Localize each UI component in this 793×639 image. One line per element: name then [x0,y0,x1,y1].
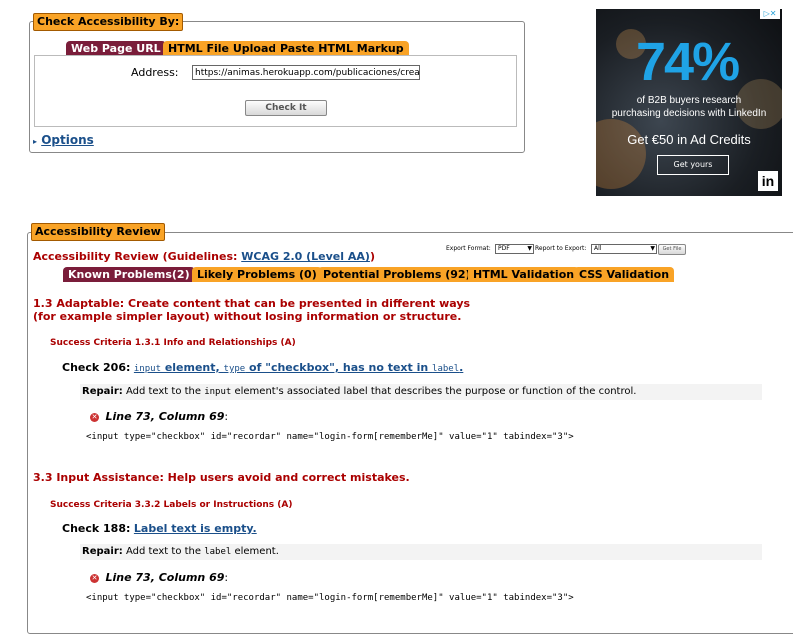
address-input[interactable]: https://animas.herokuapp.com/publicacion… [192,65,420,80]
success-criteria-3-3-2: Success Criteria 3.3.2 Labels or Instruc… [50,500,293,510]
tab-likely-problems[interactable]: Likely Problems (0) [192,267,322,282]
error-code-2: <input type="checkbox" id="recordar" nam… [86,593,574,603]
check-206: Check 206: input element, type of "check… [62,361,463,374]
tab-css-validation[interactable]: CSS Validation [574,267,675,282]
error-icon: ✕ [90,412,99,422]
repair-label: Repair: [82,386,123,397]
section-1-3-title-line2: (for example simpler layout) without los… [33,310,462,323]
check-188: Check 188: Label text is empty. [62,522,257,535]
error-location-2: ✕ Line 73, Column 69: [90,571,228,584]
advertisement[interactable]: ▷✕ 74% of B2B buyers research purchasing… [596,9,782,196]
tab-potential-problems[interactable]: Potential Problems (92) [318,267,476,282]
repair-text-1: Add text to the [125,546,205,557]
guidelines-suffix: ) [369,250,375,263]
check-206-label: Check 206: [62,361,131,374]
repair-text-2: element. [231,546,279,557]
repair-code: input [204,387,232,397]
repair-188: Repair: Add text to the label element. [82,546,279,557]
guidelines-heading: Accessibility Review (Guidelines: WCAG 2… [33,250,375,263]
tab-paste-html-markup[interactable]: Paste HTML Markup [275,41,409,56]
section-1-3-title: 1.3 Adaptable: Create content that can b… [33,297,470,323]
ad-line-1: of B2B buyers research [636,95,742,106]
options-toggle[interactable]: ▸ Options [33,133,94,147]
success-criteria-1-3-1: Success Criteria 1.3.1 Info and Relation… [50,338,296,348]
triangle-right-icon: ▸ [33,137,38,146]
report-export-value: All [594,245,602,252]
check-206-link[interactable]: input element, type of "checkbox", has n… [134,361,463,374]
location-text: Line 73, Column 69 [105,410,225,423]
ad-big-number: 74% [636,32,740,92]
tab-known-problems[interactable]: Known Problems(2) [63,267,195,282]
check-188-link[interactable]: Label text is empty. [134,522,257,535]
report-export-label: Report to Export: [535,245,587,252]
section-1-3-title-line1: 1.3 Adaptable: Create content that can b… [33,297,471,310]
ad-bokeh [596,119,646,189]
ad-offer: Get €50 in Ad Credits [627,132,751,147]
repair-text-2: element's associated label that describe… [231,386,637,397]
check-text-1: element, [160,361,224,374]
ad-choices-icon[interactable]: ▷✕ [760,9,780,19]
dropdown-arrow-icon: ▼ [527,245,532,252]
check-accessibility-legend: Check Accessibility By: [33,13,184,31]
report-export-select[interactable]: All ▼ [591,244,657,254]
export-format-value: PDF [498,245,510,252]
options-link[interactable]: Options [41,133,94,147]
check-code-input: input [133,364,161,374]
ad-line-2: purchasing decisions with LinkedIn [611,108,767,119]
export-format-label: Export Format: [446,245,491,252]
location-text: Line 73, Column 69 [105,571,225,584]
location-suffix: : [224,410,229,423]
tab-html-validation[interactable]: HTML Validation [468,267,580,282]
wcag-link[interactable]: WCAG 2.0 (Level AA) [241,250,370,263]
repair-code: label [204,547,232,557]
guidelines-prefix: Accessibility Review (Guidelines: [33,250,242,263]
get-file-button[interactable]: Get File [658,244,686,255]
linkedin-logo-icon: in [758,171,778,191]
check-188-label: Check 188: [62,522,131,535]
error-location-1: ✕ Line 73, Column 69: [90,410,228,423]
export-format-select[interactable]: PDF ▼ [495,244,534,254]
check-text-3: . [459,361,464,374]
tab-html-file-upload[interactable]: HTML File Upload [163,41,282,56]
address-label: Address: [131,66,179,79]
error-icon: ✕ [90,573,99,583]
location-suffix: : [224,571,229,584]
ad-cta-button[interactable]: Get yours [657,155,729,175]
dropdown-arrow-icon: ▼ [650,245,655,252]
accessibility-review-legend: Accessibility Review [31,223,165,241]
check-text-2: of "checkbox", has no text in [245,361,433,374]
tab-web-page-url[interactable]: Web Page URL [66,41,166,56]
repair-text-1: Add text to the [125,386,205,397]
repair-206: Repair: Add text to the input element's … [82,386,636,397]
error-code-1: <input type="checkbox" id="recordar" nam… [86,432,574,442]
repair-label: Repair: [82,546,123,557]
check-code-label: label [432,364,460,374]
section-3-3-title: 3.3 Input Assistance: Help users avoid a… [33,471,410,484]
check-code-type: type [223,364,246,374]
check-it-button[interactable]: Check It [245,100,327,116]
